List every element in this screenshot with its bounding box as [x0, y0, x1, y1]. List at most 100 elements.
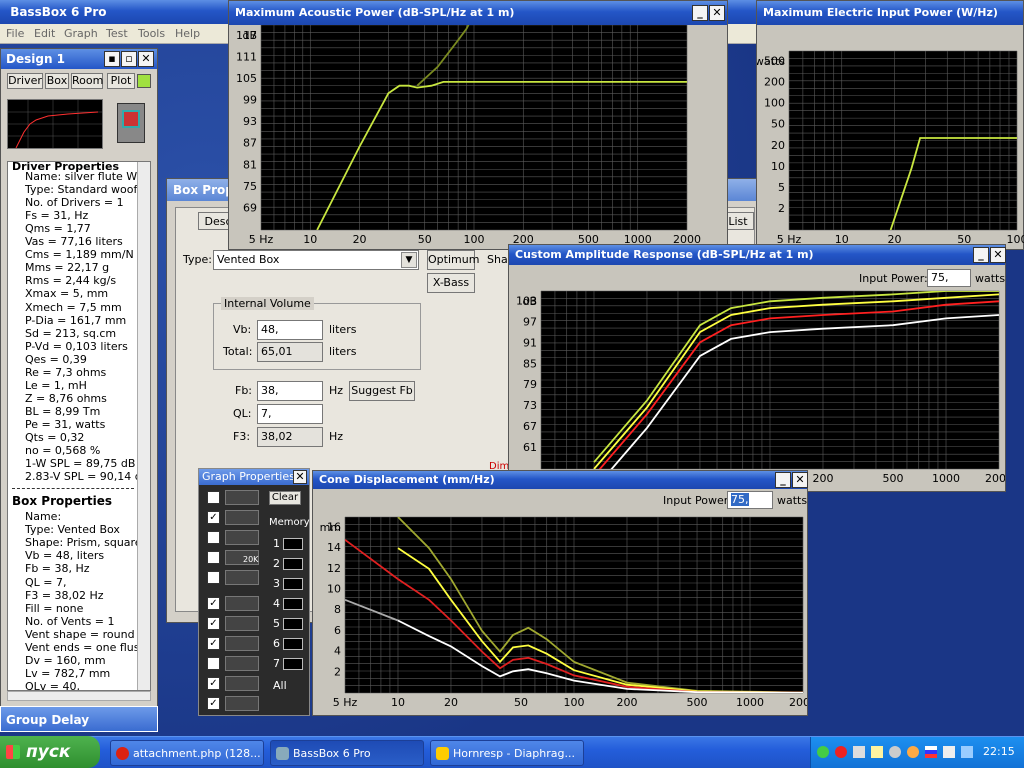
graph-option-icon[interactable] — [225, 696, 259, 711]
graph-option-checkbox[interactable] — [207, 531, 220, 544]
taskbar-item-opera[interactable]: attachment.php (128... — [110, 740, 264, 766]
properties-hscrollbar[interactable] — [7, 691, 151, 701]
memory-slot-button[interactable] — [283, 638, 303, 650]
graph-option-icon[interactable] — [225, 570, 259, 585]
cone-minimize-icon[interactable]: _ — [775, 472, 791, 488]
graph-option-checkbox[interactable]: ✓ — [207, 697, 220, 710]
taskbar-item-hornresp[interactable]: Hornresp - Diaphrag... — [430, 740, 584, 766]
memory-slot-button[interactable] — [283, 618, 303, 630]
fb-unit: Hz — [329, 384, 344, 397]
design-copy-icon[interactable]: ▫ — [121, 51, 137, 67]
properties-list[interactable]: Driver Properties Name: silver flute WR2… — [7, 161, 151, 691]
graph-option-checkbox[interactable] — [207, 551, 220, 564]
graph-properties-close-icon[interactable]: ✕ — [293, 470, 307, 484]
memory-label: Memory — [269, 517, 310, 528]
tab-room[interactable]: Room — [71, 73, 103, 89]
speaker-box-icon[interactable] — [117, 103, 145, 143]
tray-icon-4[interactable] — [871, 746, 883, 758]
y-tick-label: 2 — [334, 665, 341, 678]
memory-slot-button[interactable] — [283, 558, 303, 570]
cone-window: Cone Displacement (mm/Hz) _ ✕ Input Powe… — [312, 470, 808, 716]
amplitude-close-icon[interactable]: ✕ — [990, 247, 1006, 263]
mini-graph[interactable] — [7, 99, 103, 149]
amplitude-input-power-unit: watts — [975, 272, 1006, 285]
cone-chart[interactable]: 5 Hz10205010020050010002000161412108642m… — [313, 511, 807, 715]
graph-option-icon[interactable] — [225, 530, 259, 545]
tray-icon-2[interactable] — [835, 746, 847, 758]
memory-slot-button[interactable] — [283, 538, 303, 550]
properties-scrollbar[interactable] — [137, 162, 150, 690]
graph-option-icon[interactable] — [225, 676, 259, 691]
tray-icon-3[interactable] — [853, 746, 865, 758]
graph-option-checkbox[interactable] — [207, 657, 220, 670]
menu-file[interactable]: File — [6, 27, 24, 40]
speaker-icon[interactable] — [943, 746, 955, 758]
tab-shape[interactable]: Sha — [487, 253, 508, 266]
graph-option-icon[interactable] — [225, 616, 259, 631]
amplitude-input-power-label: Input Power: — [859, 272, 928, 285]
plot-color-indicator[interactable] — [137, 74, 151, 88]
electric-power-title-bar[interactable]: Maximum Electric Input Power (W/Hz) — [757, 1, 1023, 25]
chevron-down-icon[interactable]: ▼ — [401, 252, 417, 268]
acoustic-power-title-bar[interactable]: Maximum Acoustic Power (dB-SPL/Hz at 1 m… — [229, 1, 727, 25]
graph-option-checkbox[interactable]: ✓ — [207, 617, 220, 630]
graph-option-checkbox[interactable]: ✓ — [207, 511, 220, 524]
menu-tools[interactable]: Tools — [138, 27, 165, 40]
y-tick-label: 73 — [523, 399, 537, 412]
amplitude-title-bar[interactable]: Custom Amplitude Response (dB-SPL/Hz at … — [509, 245, 1005, 265]
type-select[interactable]: Vented Box ▼ — [213, 250, 419, 270]
menu-graph[interactable]: Graph — [64, 27, 98, 40]
memory-all[interactable]: All — [273, 679, 287, 692]
menu-edit[interactable]: Edit — [34, 27, 55, 40]
suggest-fb-button[interactable]: Suggest Fb — [349, 381, 415, 401]
graph-option-icon[interactable] — [225, 510, 259, 525]
fb-input[interactable]: 38, — [257, 381, 323, 401]
cone-title-bar[interactable]: Cone Displacement (mm/Hz) — [313, 471, 807, 489]
memory-slot-button[interactable] — [283, 578, 303, 590]
electric-power-chart[interactable]: 5 Hz10205010050020010050201052watts — [757, 25, 1024, 249]
language-flag-icon[interactable] — [925, 746, 937, 758]
tab-plot[interactable]: Plot — [107, 73, 135, 89]
group-delay-window[interactable]: Group Delay — [0, 706, 158, 732]
design-close-icon[interactable]: ✕ — [138, 51, 154, 67]
minimize-icon[interactable]: _ — [692, 5, 708, 21]
amplitude-minimize-icon[interactable]: _ — [973, 247, 989, 263]
cone-close-icon[interactable]: ✕ — [792, 472, 808, 488]
graph-option-icon[interactable] — [225, 596, 259, 611]
cone-input-power[interactable]: 75, — [727, 491, 773, 509]
tab-driver[interactable]: Driver — [7, 73, 43, 89]
xbass-button[interactable]: X-Bass — [427, 273, 475, 293]
network-icon[interactable] — [961, 746, 973, 758]
graph-option-icon[interactable] — [225, 656, 259, 671]
graph-option-checkbox[interactable]: ✓ — [207, 637, 220, 650]
ql-input[interactable]: 7, — [257, 404, 323, 424]
memory-slot-button[interactable] — [283, 658, 303, 670]
amplitude-input-power[interactable]: 75, — [927, 269, 971, 287]
taskbar-item-bassbox[interactable]: BassBox 6 Pro — [270, 740, 424, 766]
design-save-icon[interactable]: ▪ — [104, 51, 120, 67]
mini-graph-plot — [8, 100, 102, 148]
amplitude-chart[interactable]: 5 Hz102050100200500100020001039791857973… — [509, 289, 1005, 491]
memory-slot-button[interactable] — [283, 598, 303, 610]
tray-icon-1[interactable] — [817, 746, 829, 758]
tray-icon-5[interactable] — [889, 746, 901, 758]
close-icon[interactable]: ✕ — [709, 5, 725, 21]
menu-test[interactable]: Test — [106, 27, 128, 40]
graph-option-checkbox[interactable]: ✓ — [207, 677, 220, 690]
x-tick-label: 2000 — [789, 696, 807, 709]
tray-icon-6[interactable] — [907, 746, 919, 758]
acoustic-power-chart[interactable]: 5 Hz 10 20 50 100 200 500 1000 20001171111059993… — [229, 25, 727, 249]
optimum-button[interactable]: Optimum — [427, 250, 479, 270]
graph-option-checkbox[interactable] — [207, 571, 220, 584]
graph-option-checkbox[interactable] — [207, 491, 220, 504]
total-unit: liters — [329, 345, 357, 358]
graph-option-icon[interactable] — [225, 490, 259, 505]
tab-box[interactable]: Box — [45, 73, 69, 89]
graph-option-checkbox[interactable]: ✓ — [207, 597, 220, 610]
clear-button[interactable]: Clear — [269, 491, 301, 505]
vb-input[interactable]: 48, — [257, 320, 323, 340]
graph-option-icon[interactable] — [225, 636, 259, 651]
menu-help[interactable]: Help — [175, 27, 200, 40]
start-label: пуск — [26, 742, 71, 762]
start-button[interactable]: пуск — [0, 736, 100, 768]
